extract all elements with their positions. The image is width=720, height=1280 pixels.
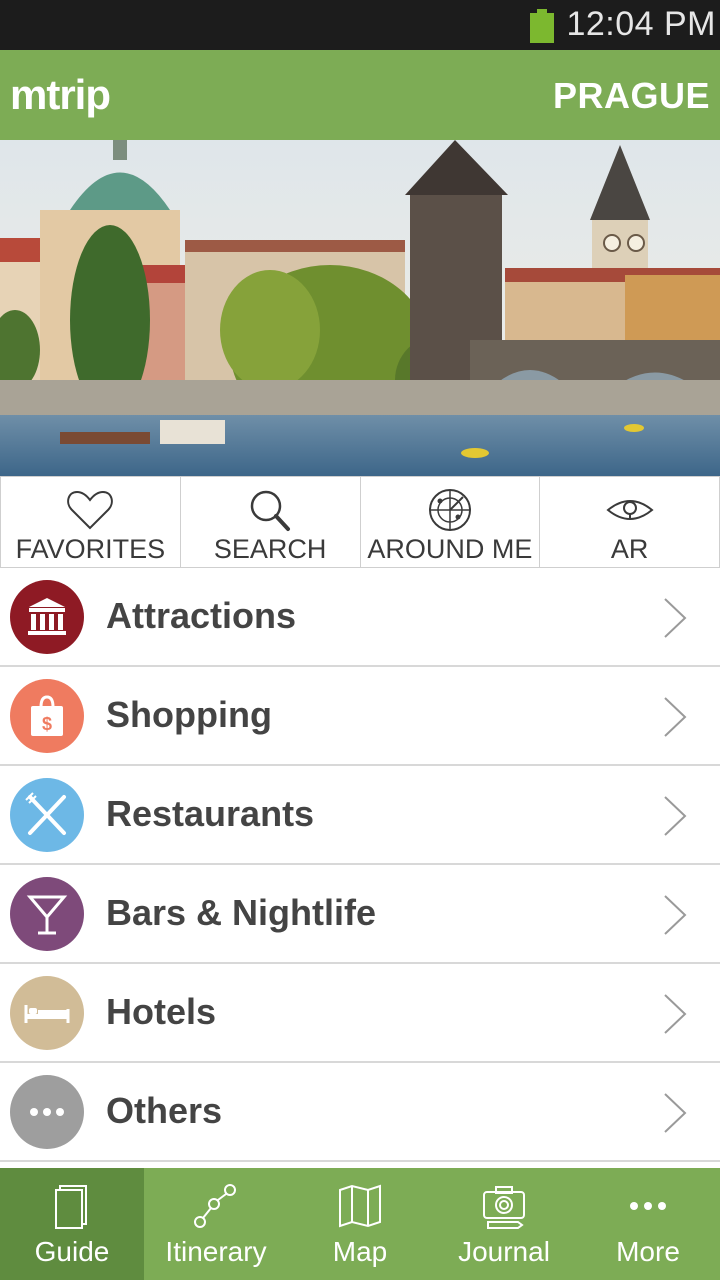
bottom-nav: Guide Itinerary Map Journal More: [0, 1168, 720, 1280]
itinerary-path-icon: [194, 1184, 236, 1228]
list-item-bars-nightlife[interactable]: Bars & Nightlife: [0, 865, 720, 964]
restaurants-label: Restaurants: [106, 793, 315, 834]
chevron-right-icon: [664, 796, 687, 836]
camera-journal-icon: [483, 1186, 525, 1229]
chevron-right-icon: [664, 598, 687, 638]
tab-itinerary[interactable]: Itinerary: [144, 1168, 288, 1280]
map-icon: [339, 1184, 381, 1228]
tab-journal-label: Journal: [458, 1236, 550, 1267]
tab-guide-label: Guide: [34, 1236, 110, 1267]
city-title[interactable]: PRAGUE: [553, 74, 710, 118]
tab-guide[interactable]: Guide: [0, 1168, 144, 1280]
svg-text:$: $: [42, 714, 52, 734]
tab-journal[interactable]: Journal: [432, 1168, 576, 1280]
shopping-bag-icon: $: [10, 679, 84, 753]
ar-button[interactable]: AR: [540, 477, 720, 567]
search-button[interactable]: SEARCH: [181, 477, 361, 567]
guide-book-icon: [55, 1185, 87, 1229]
app-header: mtrip PRAGUE: [0, 50, 720, 140]
tab-map-label: Map: [332, 1236, 388, 1267]
favorites-button[interactable]: FAVORITES: [0, 477, 181, 567]
chevron-right-icon: [664, 895, 687, 935]
heart-icon: [67, 490, 114, 530]
around-me-button[interactable]: AROUND ME: [361, 477, 541, 567]
list-item-attractions[interactable]: Attractions: [0, 568, 720, 667]
ar-label: AR: [610, 534, 649, 564]
list-item-shopping[interactable]: $ Shopping: [0, 667, 720, 766]
search-icon: [250, 490, 291, 531]
status-bar: 12:04 PM: [0, 0, 720, 50]
tab-map[interactable]: Map: [288, 1168, 432, 1280]
category-list: Attractions $ Shopping Restaurants Bars …: [0, 568, 720, 1162]
chevron-right-icon: [664, 1093, 687, 1133]
chevron-right-icon: [664, 994, 687, 1034]
cocktail-icon: [10, 877, 84, 951]
more-dots-icon: [10, 1075, 84, 1149]
bars-nightlife-label: Bars & Nightlife: [106, 892, 377, 933]
bed-icon: [10, 976, 84, 1050]
tab-itinerary-label: Itinerary: [165, 1236, 267, 1267]
app-logo[interactable]: mtrip: [10, 70, 111, 120]
cutlery-icon: [10, 778, 84, 852]
list-item-restaurants[interactable]: Restaurants: [0, 766, 720, 865]
search-label: SEARCH: [213, 534, 327, 564]
attractions-label: Attractions: [106, 595, 297, 636]
battery-full-icon: [530, 9, 554, 43]
around-me-label: AROUND ME: [367, 534, 533, 564]
list-item-hotels[interactable]: Hotels: [0, 964, 720, 1063]
eye-icon: [606, 500, 654, 520]
hero-image: [0, 140, 720, 476]
chevron-right-icon: [664, 697, 687, 737]
tab-more-label: More: [616, 1236, 680, 1267]
museum-icon: [10, 580, 84, 654]
more-dots-icon: [630, 1202, 666, 1210]
status-time: 12:04 PM: [566, 5, 716, 43]
favorites-label: FAVORITES: [15, 534, 166, 564]
tab-more[interactable]: More: [576, 1168, 720, 1280]
radar-icon: [428, 489, 471, 531]
hotels-label: Hotels: [106, 991, 217, 1032]
shopping-label: Shopping: [106, 694, 272, 735]
quick-actions-bar: FAVORITES SEARCH AROUND ME AR: [0, 476, 720, 568]
others-label: Others: [106, 1090, 223, 1131]
list-item-others[interactable]: Others: [0, 1063, 720, 1162]
